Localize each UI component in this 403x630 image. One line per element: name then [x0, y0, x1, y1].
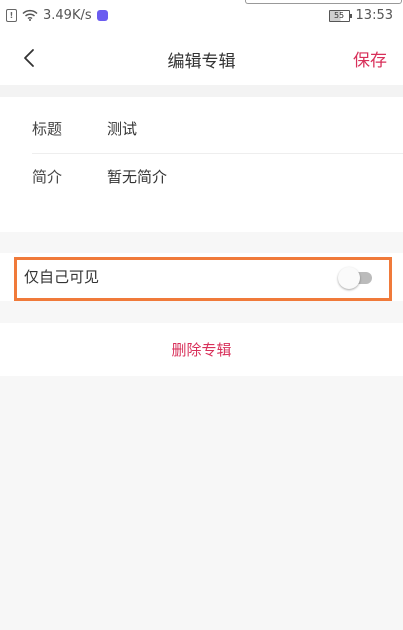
battery-level: 55: [328, 9, 350, 22]
nav-bar: 编辑专辑 保存: [0, 33, 403, 85]
delete-row: 删除专辑: [0, 323, 403, 376]
delete-album-button[interactable]: 删除专辑: [171, 339, 231, 360]
album-info-card: 标题 测试 简介 暂无简介: [0, 97, 403, 232]
top-edge-strip: [245, 0, 402, 4]
status-time: 13:53: [355, 8, 393, 23]
app-notification-icon: [96, 10, 108, 21]
status-right: 55 13:53: [328, 8, 393, 23]
battery-icon: 55: [328, 9, 352, 22]
intro-label: 简介: [32, 167, 63, 186]
save-button[interactable]: 保存: [353, 46, 387, 71]
privacy-toggle[interactable]: [338, 267, 374, 289]
network-speed: 3.49K/s: [43, 8, 92, 23]
section-divider: [0, 85, 403, 97]
notification-icon: !: [6, 9, 17, 22]
wifi-icon: [22, 9, 38, 23]
toggle-knob: [338, 267, 360, 289]
page-title: 编辑专辑: [167, 52, 236, 72]
title-value: 测试: [107, 119, 138, 138]
title-label: 标题: [32, 119, 63, 138]
title-row[interactable]: 标题 测试: [32, 103, 403, 154]
intro-row[interactable]: 简介 暂无简介: [32, 151, 403, 201]
privacy-label: 仅自己可见: [24, 268, 100, 286]
status-left: ! 3.49K/s: [6, 8, 108, 23]
intro-value: 暂无简介: [107, 167, 168, 186]
status-bar: ! 3.49K/s 55 13:53: [0, 0, 403, 33]
